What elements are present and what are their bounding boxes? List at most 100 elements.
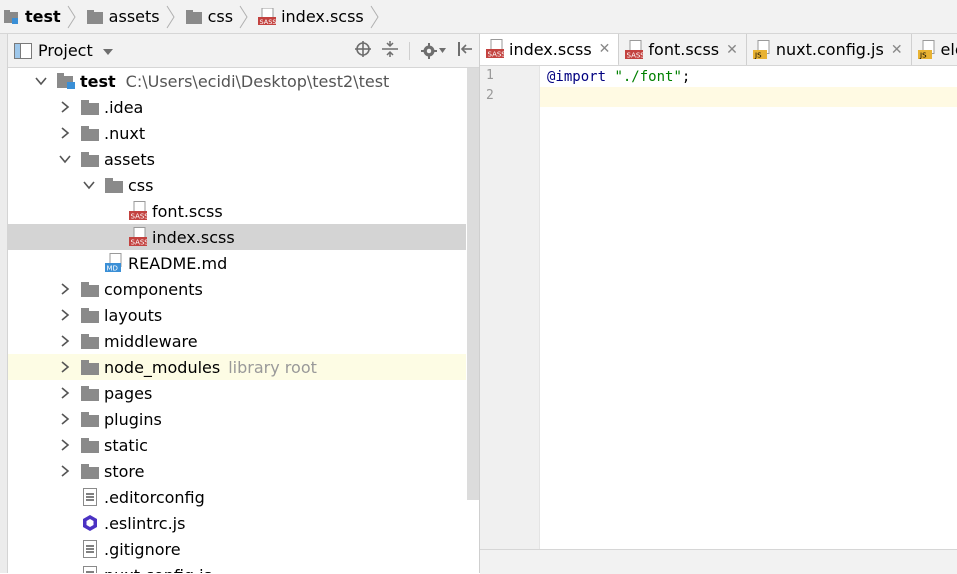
tree-item[interactable]: .editorconfig (8, 484, 466, 510)
tree-item-label: store (104, 461, 145, 481)
chevron-right-icon[interactable] (58, 386, 72, 400)
tree-item[interactable]: middleware (8, 328, 466, 354)
close-icon[interactable]: ✕ (599, 41, 611, 57)
tree-item[interactable]: .eslintrc.js (8, 510, 466, 536)
svg-text:SASS: SASS (260, 18, 277, 26)
project-tree-scrollbar[interactable] (467, 68, 479, 500)
folder-icon (81, 306, 99, 324)
chevron-right-icon[interactable] (58, 334, 72, 348)
collapse-all-icon[interactable] (382, 40, 398, 61)
breadcrumb-label: assets (108, 7, 160, 26)
tree-item-label: static (104, 435, 148, 455)
editor-tab[interactable]: SASS font.scss ✕ (619, 34, 747, 65)
breadcrumb-separator-icon (239, 5, 248, 28)
tree-item[interactable]: .gitignore (8, 536, 466, 562)
text-file-icon (81, 488, 99, 506)
markdown-file-icon: MD (105, 253, 123, 273)
svg-text:MD: MD (107, 265, 118, 273)
folder-icon (81, 124, 99, 142)
chevron-right-icon[interactable] (58, 100, 72, 114)
tree-item[interactable]: store (8, 458, 466, 484)
editor-tab[interactable]: JS nuxt.config.js ✕ (747, 34, 912, 65)
folder-icon (81, 358, 99, 376)
chevron-right-icon[interactable] (58, 438, 72, 452)
editor-tab-label: eleme (940, 40, 957, 59)
chevron-right-icon[interactable] (58, 464, 72, 478)
import-path-string: "./font" (614, 69, 682, 85)
sass-file-icon: SASS (129, 227, 147, 247)
editor-gutter: 1 2 (480, 66, 540, 549)
import-keyword: @import (547, 69, 607, 85)
sass-file-icon: SASS (129, 201, 147, 221)
project-tool-window: Project test C:\Users\ecidi\Desktop\test2… (8, 34, 480, 573)
folder-icon (81, 150, 99, 168)
tree-item[interactable]: assets (8, 146, 466, 172)
tree-item-label: .nuxt (104, 123, 146, 143)
breadcrumb-item-test[interactable]: test (0, 0, 84, 33)
locate-file-icon[interactable] (355, 40, 371, 61)
sass-file-icon: SASS (625, 39, 644, 59)
gear-icon[interactable] (421, 42, 446, 59)
tree-item[interactable]: pages (8, 380, 466, 406)
code-line-current[interactable] (540, 87, 957, 107)
chevron-down-icon[interactable] (102, 41, 113, 60)
tree-item-label: css (128, 175, 154, 195)
hide-panel-icon[interactable] (457, 41, 473, 61)
tree-item[interactable]: nuxt.config.js (8, 562, 466, 573)
code-editor[interactable]: @import "./font"; (540, 66, 957, 549)
chevron-right-icon[interactable] (58, 412, 72, 426)
line-number: 2 (486, 88, 494, 103)
chevron-down-icon[interactable] (58, 152, 72, 166)
tree-item[interactable]: SASS font.scss (8, 198, 466, 224)
tree-item[interactable]: static (8, 432, 466, 458)
chevron-right-icon[interactable] (58, 282, 72, 296)
tree-item-label: assets (104, 149, 155, 169)
folder-icon (105, 176, 123, 194)
sass-file-icon: SASS (258, 7, 277, 26)
close-icon[interactable]: ✕ (726, 42, 738, 58)
chevron-right-icon[interactable] (58, 126, 72, 140)
tree-item[interactable]: plugins (8, 406, 466, 432)
text-file-icon (81, 566, 99, 573)
editor-tab[interactable]: SASS index.scss ✕ (480, 34, 620, 65)
tree-item[interactable]: test C:\Users\ecidi\Desktop\test2\test (8, 68, 466, 94)
project-panel-header: Project (8, 34, 479, 68)
tree-item-label: node_modules (104, 357, 221, 377)
breadcrumb-separator-icon (166, 5, 175, 28)
editor-tab[interactable]: JS eleme (912, 34, 957, 65)
breadcrumb-label: index.scss (281, 7, 364, 26)
sass-file-icon: SASS (486, 39, 504, 59)
tree-item-label: pages (104, 383, 153, 403)
tree-item-label: .gitignore (104, 539, 181, 559)
tree-item[interactable]: MD README.md (8, 250, 466, 276)
folder-icon (81, 436, 99, 454)
breadcrumb-item-assets[interactable]: assets (84, 0, 183, 33)
tree-item[interactable]: css (8, 172, 466, 198)
tree-item-label: layouts (104, 305, 163, 325)
folder-icon (81, 280, 99, 298)
close-icon[interactable]: ✕ (891, 42, 903, 58)
chevron-right-icon[interactable] (58, 360, 72, 374)
library-root-label: library root (228, 357, 317, 377)
editor-tab-label: nuxt.config.js (775, 40, 884, 59)
folder-icon (185, 8, 203, 26)
svg-text:JS: JS (754, 51, 762, 59)
breadcrumb-item-css[interactable]: css (183, 0, 256, 33)
tree-item[interactable]: node_modules library root (8, 354, 466, 380)
chevron-down-icon[interactable] (34, 74, 48, 88)
navigation-breadcrumb: test assets css SASS index.scss (0, 0, 957, 34)
tree-item[interactable]: .nuxt (8, 120, 466, 146)
tree-item[interactable]: .idea (8, 94, 466, 120)
breadcrumb-separator-icon (370, 5, 379, 28)
breadcrumb-item-index-scss[interactable]: SASS index.scss (256, 0, 387, 33)
code-line[interactable]: @import "./font"; (540, 67, 957, 87)
text-file-icon (81, 540, 99, 558)
tree-item[interactable]: components (8, 276, 466, 302)
breadcrumb-label: test (25, 7, 61, 26)
tree-item[interactable]: SASS index.scss (8, 224, 466, 250)
chevron-down-icon[interactable] (82, 178, 96, 192)
chevron-right-icon[interactable] (58, 308, 72, 322)
semicolon: ; (681, 69, 691, 85)
project-view-selector[interactable]: Project (14, 41, 113, 60)
tree-item[interactable]: layouts (8, 302, 466, 328)
